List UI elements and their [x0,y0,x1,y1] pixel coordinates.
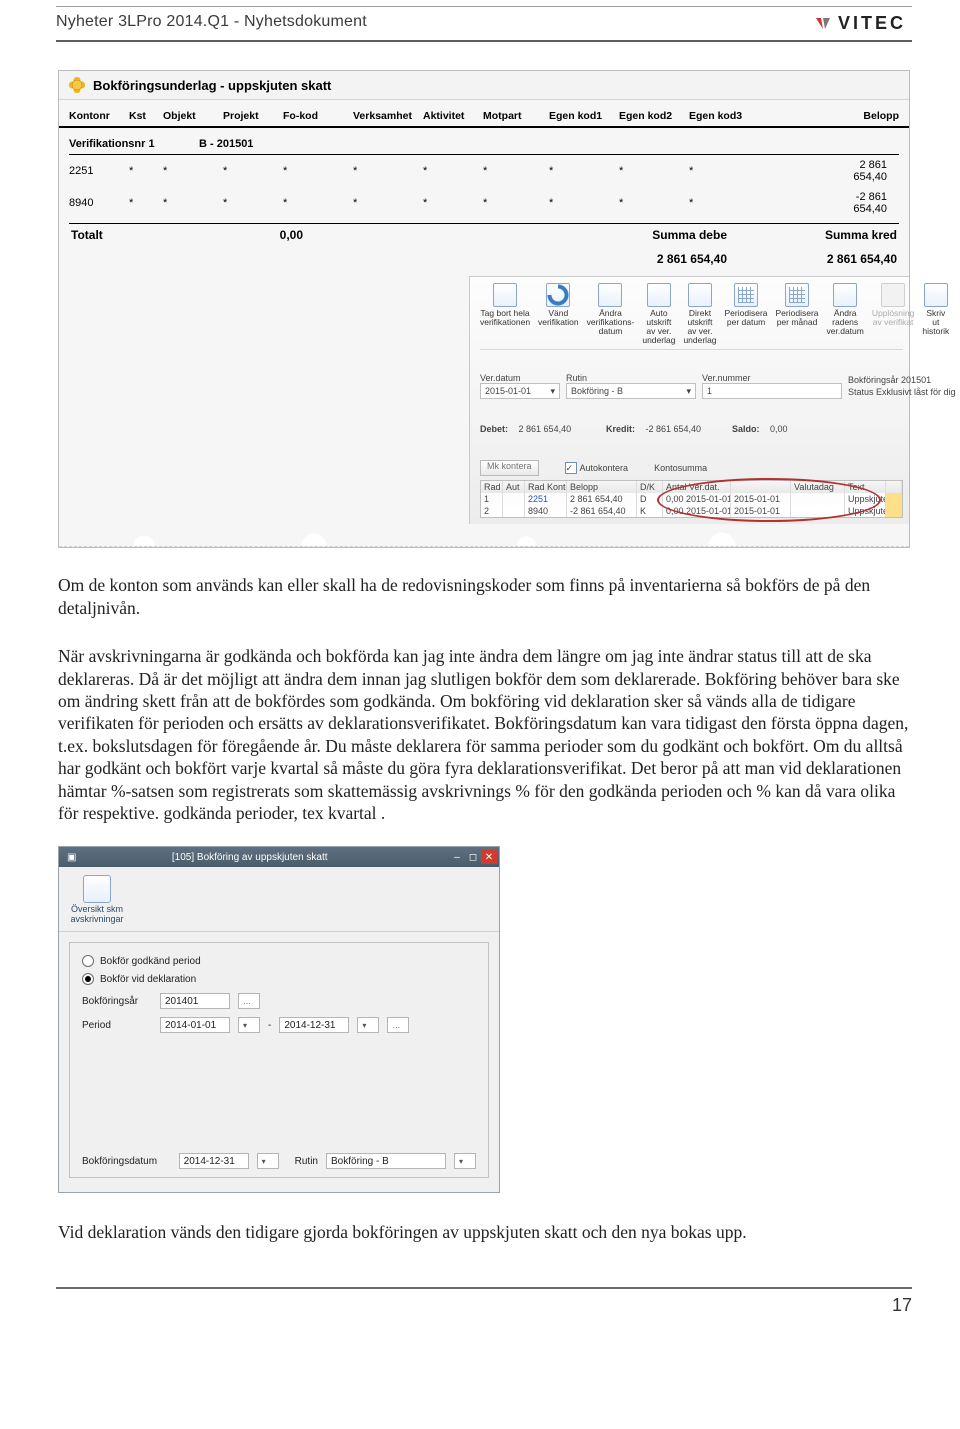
dialog-title: [105] Bokföring av uppskjuten skatt [50,852,449,863]
dropdown-rutin[interactable]: ▾ [454,1153,476,1169]
tool-direct-print[interactable]: Direkt utskrift av ver. underlag [683,283,716,345]
mk-kontera-button[interactable]: Mk kontera [480,460,539,476]
row-bokforingsar: Bokföringsår 201401 … [82,993,476,1009]
autokontera-check[interactable]: ✓Autokontera [565,462,629,474]
table-row: 2251** *** *** ** 2 861 654,40 [59,155,909,187]
totals-values: 2 861 654,40 2 861 654,40 [59,252,909,276]
tool-overview[interactable]: Översikt skm avskrivningar [69,875,125,925]
close-button[interactable]: ✕ [481,850,497,864]
screenshot-bokforingsunderlag: Bokföringsunderlag - uppskjuten skatt Ko… [58,70,910,548]
field-bokforingsar[interactable]: 201401 [160,993,230,1009]
row-period: Period 2014-01-01 ▾ - 2014-12-31 ▾ … [82,1017,476,1033]
document-header: Nyheter 3LPro 2014.Q1 - Nyhetsdokument V… [56,7,912,38]
toolbar: Tag bort hela verifikationen Vänd verifi… [480,283,903,350]
status-col: Bokföringsår 201501 Status Exklusivt lås… [848,374,960,398]
paragraph-2: När avskrivningarna är godkända och bokf… [58,645,910,824]
tool-period-date[interactable]: Periodisera per datum [725,283,768,345]
tool-change-row-date[interactable]: Ändra radens ver.datum [827,283,864,345]
label-verdatum: Ver.datum [480,373,521,383]
window-title-text: Bokföringsunderlag - uppskjuten skatt [93,78,331,93]
torn-edge-decoration [59,524,909,547]
field-bokforingsdatum[interactable]: 2014-12-31 [179,1153,249,1169]
field-period-to[interactable]: 2014-12-31 [279,1017,349,1033]
maximize-button[interactable]: ◻ [465,850,481,864]
document-title: Nyheter 3LPro 2014.Q1 - Nyhetsdokument [56,13,367,31]
tool-print-history[interactable]: Skriv ut historik [922,283,949,345]
dialog-titlebar: ▣ [105] Bokföring av uppskjuten skatt – … [59,847,499,867]
table-row: 8940** *** *** ** -2 861 654,40 [59,187,909,219]
label-vernummer: Ver.nummer [702,373,751,383]
field-period-from[interactable]: 2014-01-01 [160,1017,230,1033]
paragraph-3: Vid deklaration vänds den tidigare gjord… [58,1221,910,1243]
paragraph-1: Om de konton som används kan eller skall… [58,574,910,619]
dropdown-period-from[interactable]: ▾ [238,1017,260,1033]
dropdown-bokforingsar[interactable]: … [238,993,260,1009]
totals-row: Totalt 0,00 Summa debe Summa kred [59,224,909,252]
table-row[interactable]: 1 2251 2 861 654,40D0,00 2015-01-01 2015… [481,493,902,505]
field-vernummer[interactable]: 1 [702,383,842,399]
overview-icon [83,875,111,903]
screenshot-bokforing-dialog: ▣ [105] Bokföring av uppskjuten skatt – … [58,846,500,1193]
verification-toolbar-pane: Tag bort hela verifikationen Vänd verifi… [469,276,909,524]
columns-header: KontonrKstObjekt ProjektFo-kodVerksamhet… [59,100,909,128]
tool-delete[interactable]: Tag bort hela verifikationen [480,283,530,345]
tool-reverse[interactable]: Vänd verifikation [538,283,579,345]
flower-icon [69,77,85,93]
row-bokforingsdatum: Bokföringsdatum 2014-12-31 ▾ Rutin Bokfö… [82,1153,476,1169]
entries-grid: RadAutRad Konto BeloppD/KAntal Ver.dat. … [480,480,903,518]
field-rutin[interactable]: Bokföring - B [326,1153,446,1169]
tool-dissolve: Upplösning av verifikat [872,283,915,345]
field-rutin[interactable]: Bokföring - B▾ [566,383,696,399]
table-row[interactable]: 28940 -2 861 654,40K0,00 2015-01-01 2015… [481,505,902,517]
brand: VITEC [814,13,912,34]
minimize-button[interactable]: – [449,850,465,864]
radio-godkand[interactable]: Bokför godkänd period [82,955,476,967]
radio-icon [82,973,94,985]
brand-mark-icon [814,15,832,33]
page-number: 17 [56,1295,912,1322]
dropdown-period-to[interactable]: ▾ [357,1017,379,1033]
window-title: Bokföringsunderlag - uppskjuten skatt [59,71,909,100]
tool-auto-print[interactable]: Auto utskrift av ver. underlag [642,283,675,345]
balance-row: Debet: 2 861 654,40 Kredit: -2 861 654,4… [480,420,903,480]
period-more[interactable]: … [387,1017,409,1033]
verifikation-line: Verifikationsnr 1 B - 201501 [59,128,909,150]
radio-deklaration[interactable]: Bokför vid deklaration [82,973,476,985]
kontosumma-label: Kontosumma [654,463,707,473]
dropdown-bokforingsdatum[interactable]: ▾ [257,1153,279,1169]
tool-period-month[interactable]: Periodisera per månad [776,283,819,345]
label-rutin: Rutin [566,373,587,383]
meta-row: Ver.datum 2015-01-01▾ Rutin Bokföring - … [480,350,903,421]
radio-icon [82,955,94,967]
brand-name: VITEC [838,13,906,34]
checkbox-icon: ✓ [565,462,577,474]
field-verdatum[interactable]: 2015-01-01▾ [480,383,560,399]
tool-change-date[interactable]: Ändra verifikations-datum [587,283,635,345]
